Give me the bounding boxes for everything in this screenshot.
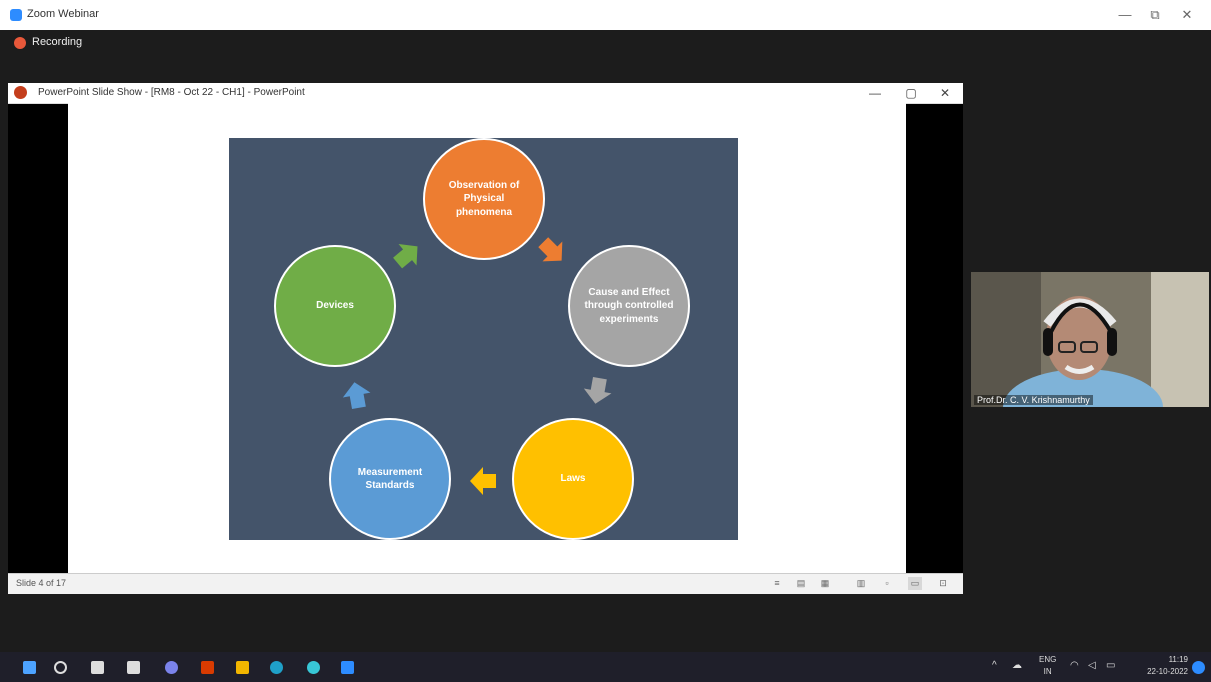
node-laws: Laws bbox=[512, 418, 634, 540]
start-icon[interactable] bbox=[23, 661, 36, 674]
slide-counter: Slide 4 of 17 bbox=[16, 578, 67, 588]
slide[interactable]: Observation of Physical phenomena Cause … bbox=[68, 103, 906, 573]
powerpoint-window: PowerPoint Slide Show - [RM8 - Oct 22 - … bbox=[8, 83, 963, 594]
slideshow-status-bar: Slide 4 of 17 ≡ ▤ ▦ ▥ ▫ ▭ ⊡ bbox=[8, 573, 963, 594]
zoom-minimize-button[interactable]: — bbox=[1110, 5, 1140, 25]
cycle-diagram: Observation of Physical phenomena Cause … bbox=[229, 138, 738, 540]
photos-icon[interactable] bbox=[236, 661, 249, 674]
ppt-close-button[interactable]: ✕ bbox=[932, 84, 958, 102]
node-measurement-standards: Measurement Standards bbox=[329, 418, 451, 540]
recording-label: Recording bbox=[32, 36, 83, 48]
clock-time: 11:19 bbox=[1168, 655, 1188, 664]
clock[interactable]: 11:19 22-10-2022 bbox=[1128, 654, 1188, 678]
widgets-icon[interactable] bbox=[127, 661, 140, 674]
chevron-up-icon[interactable]: ^ bbox=[992, 660, 997, 671]
arrow-laws-to-measurement bbox=[470, 467, 496, 495]
ppt-restore-button[interactable]: ▢ bbox=[898, 84, 924, 102]
participant-video[interactable]: Prof.Dr. C. V. Krishnamurthy bbox=[971, 272, 1209, 407]
participant-name: Prof.Dr. C. V. Krishnamurthy bbox=[974, 395, 1093, 405]
volume-icon[interactable]: ◁ bbox=[1088, 660, 1096, 671]
arrow-devices-to-observation bbox=[393, 243, 418, 269]
slideshow-icon[interactable]: ▭ bbox=[908, 577, 922, 590]
zoom-out-icon[interactable]: ▫ bbox=[880, 577, 894, 590]
language-region: IN bbox=[1043, 667, 1052, 676]
normal-view-icon[interactable]: ▤ bbox=[794, 577, 808, 590]
reading-view-icon[interactable]: ▥ bbox=[854, 577, 868, 590]
node-cause-effect: Cause and Effect through controlled expe… bbox=[568, 245, 690, 367]
wifi-icon[interactable]: ◠ bbox=[1070, 660, 1079, 671]
notes-icon[interactable]: ≡ bbox=[770, 577, 784, 590]
participant-avatar bbox=[971, 272, 1209, 407]
powerpoint-window-title: PowerPoint Slide Show - [RM8 - Oct 22 - … bbox=[38, 87, 305, 98]
office-icon[interactable] bbox=[201, 661, 214, 674]
fit-slide-icon[interactable]: ⊡ bbox=[936, 577, 950, 590]
node-devices: Devices bbox=[274, 245, 396, 367]
zoom-logo-icon bbox=[10, 9, 22, 21]
battery-icon[interactable]: ▭ bbox=[1106, 660, 1115, 671]
cloud-icon[interactable]: ☁ bbox=[1012, 660, 1022, 671]
arrow-observation-to-cause bbox=[538, 237, 563, 262]
node-observation: Observation of Physical phenomena bbox=[423, 138, 545, 260]
edge-icon[interactable] bbox=[270, 661, 283, 674]
zoom-title-bar: Zoom Webinar — ⧉ ✕ bbox=[0, 0, 1211, 30]
edge-dev-icon[interactable] bbox=[307, 661, 320, 674]
zoom-icon[interactable] bbox=[341, 661, 354, 674]
zoom-restore-button[interactable]: ⧉ bbox=[1140, 5, 1170, 25]
language-code: ENG bbox=[1039, 655, 1057, 664]
arrow-cause-to-laws bbox=[583, 376, 612, 404]
clock-date: 22-10-2022 bbox=[1147, 667, 1188, 676]
ppt-minimize-button[interactable]: — bbox=[862, 84, 888, 102]
zoom-window-title: Zoom Webinar bbox=[27, 8, 99, 20]
search-icon[interactable] bbox=[54, 661, 67, 674]
powerpoint-title-bar: PowerPoint Slide Show - [RM8 - Oct 22 - … bbox=[8, 83, 963, 104]
slide-sorter-icon[interactable]: ▦ bbox=[818, 577, 832, 590]
chat-icon[interactable] bbox=[165, 661, 178, 674]
task-view-icon[interactable] bbox=[91, 661, 104, 674]
taskbar: ^ ☁ ENG IN ◠ ◁ ▭ 11:19 22-10-2022 bbox=[0, 652, 1211, 682]
zoom-close-button[interactable]: ✕ bbox=[1172, 5, 1202, 25]
arrow-measurement-to-devices bbox=[342, 382, 371, 410]
powerpoint-logo-icon bbox=[14, 86, 27, 99]
language-indicator[interactable]: ENG IN bbox=[1039, 654, 1056, 678]
recording-dot-icon bbox=[14, 37, 26, 49]
notification-icon[interactable] bbox=[1192, 661, 1205, 674]
